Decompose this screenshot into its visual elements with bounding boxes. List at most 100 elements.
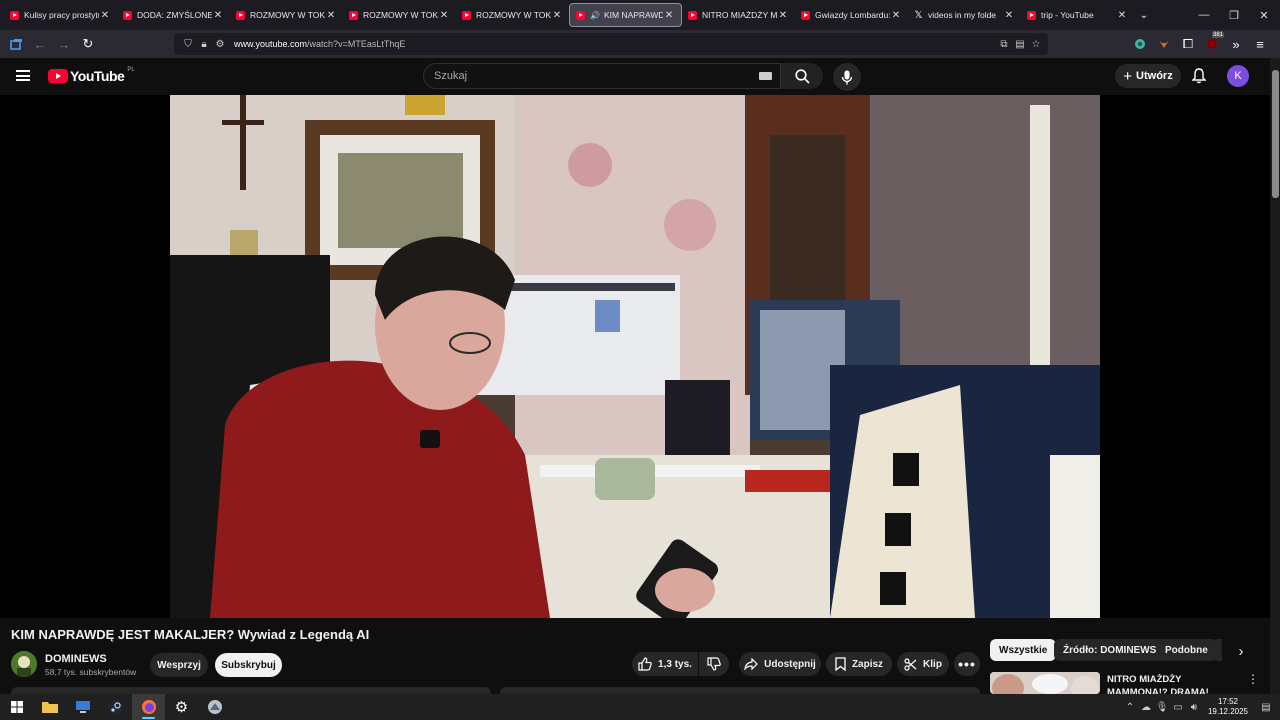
network-cloud-icon[interactable]: ☁ bbox=[1138, 702, 1154, 713]
search-button[interactable] bbox=[781, 63, 823, 89]
display-icon[interactable]: ▭ bbox=[1170, 702, 1186, 713]
app-icon[interactable] bbox=[198, 694, 231, 720]
reload-icon[interactable]: ↻ bbox=[76, 32, 100, 56]
speaker-icon[interactable]: 🔊 bbox=[590, 11, 600, 20]
close-tab-icon[interactable]: ✕ bbox=[99, 10, 111, 21]
maximize-icon[interactable]: ❐ bbox=[1218, 0, 1250, 30]
ublock-icon[interactable]: 381 bbox=[1200, 32, 1224, 56]
firefox-icon[interactable] bbox=[132, 694, 165, 720]
microphone-icon bbox=[841, 70, 853, 84]
taskbar-clock[interactable]: 17:52 19.12.2025 bbox=[1208, 697, 1248, 717]
video-title: KIM NAPRAWDĘ JEST MAKALJER? Wywiad z Leg… bbox=[11, 627, 370, 642]
windows-start-icon[interactable] bbox=[0, 694, 33, 720]
close-tab-icon[interactable]: ✕ bbox=[1116, 10, 1128, 21]
youtube-logo[interactable]: YouTube PL bbox=[48, 67, 135, 84]
url-bar[interactable]: ⛉ 🔒︎ ⚙︎ www.youtube.com/watch?v=MTEasLtT… bbox=[174, 33, 1048, 55]
notifications-bell-icon[interactable] bbox=[1190, 67, 1208, 85]
channel-avatar[interactable] bbox=[11, 651, 37, 677]
browser-tab-active[interactable]: 🔊KIM NAPRAWDĘ✕ bbox=[569, 3, 682, 27]
reader-view-icon[interactable]: ▤ bbox=[1012, 39, 1028, 50]
app-menu-icon[interactable]: ≡ bbox=[1248, 32, 1272, 56]
microphone-tray-icon[interactable]: 🎙︎ bbox=[1154, 702, 1170, 713]
recommendation-menu-icon[interactable]: ⋮ bbox=[1247, 673, 1259, 687]
settings-gear-icon[interactable]: ⚙ bbox=[165, 694, 198, 720]
youtube-icon bbox=[1027, 10, 1036, 20]
steam-icon[interactable] bbox=[99, 694, 132, 720]
tab-list-chevron-icon[interactable]: ⌄ bbox=[1134, 3, 1154, 27]
support-button[interactable]: Wesprzyj bbox=[150, 653, 208, 677]
thumbs-down-icon bbox=[707, 657, 721, 671]
close-tab-icon[interactable]: ✕ bbox=[890, 10, 902, 21]
video-player[interactable] bbox=[0, 95, 1270, 618]
recommendation-title[interactable]: NITRO MIAŻDŻY MAMMONA!? DRAMA! BRUCE DEB… bbox=[1107, 673, 1242, 695]
clip-button[interactable]: Klip bbox=[897, 652, 949, 676]
chip-related[interactable]: Podobne bbox=[1156, 639, 1217, 661]
windows-taskbar: ⚙ ⌃ ☁ 🎙︎ ▭ 🔊︎ 17:52 19.12.2025 ▤ bbox=[0, 694, 1280, 720]
close-tab-icon[interactable]: ✕ bbox=[663, 10, 675, 21]
back-icon[interactable]: ← bbox=[28, 32, 52, 56]
save-button[interactable]: Zapisz bbox=[826, 652, 892, 676]
close-window-icon[interactable]: ✕ bbox=[1248, 0, 1280, 30]
close-tab-icon[interactable]: ✕ bbox=[325, 10, 337, 21]
comments-box[interactable] bbox=[500, 687, 980, 694]
like-count: 1,3 tys. bbox=[658, 658, 692, 670]
overflow-chevrons-icon[interactable]: » bbox=[1224, 32, 1248, 56]
browser-tab[interactable]: ROZMOWY W TOKU ✕ bbox=[343, 3, 456, 27]
channel-name[interactable]: DOMINEWS bbox=[45, 653, 107, 665]
shield-icon[interactable]: ⛉ bbox=[180, 39, 196, 50]
search-input[interactable] bbox=[434, 70, 744, 82]
like-button[interactable]: 1,3 tys. bbox=[632, 652, 698, 676]
browser-tab[interactable]: trip - YouTube ✕ bbox=[1021, 3, 1134, 27]
chip-from-channel[interactable]: Źródło: DOMINEWS bbox=[1054, 639, 1166, 661]
permissions-icon[interactable]: ⚙︎ bbox=[212, 39, 228, 50]
subscribe-button[interactable]: Subskrybuj bbox=[215, 653, 282, 677]
close-tab-icon[interactable]: ✕ bbox=[212, 10, 224, 21]
youtube-play-icon bbox=[48, 69, 68, 83]
remote-desktop-icon[interactable] bbox=[66, 694, 99, 720]
account-avatar[interactable]: K bbox=[1227, 65, 1249, 87]
minimize-icon[interactable]: — bbox=[1188, 0, 1220, 30]
url-path: /watch?v=MTEasLtThqE bbox=[307, 39, 406, 49]
browser-tab[interactable]: ROZMOWY W TOKU ✕ bbox=[456, 3, 569, 27]
close-tab-icon[interactable]: ✕ bbox=[438, 10, 450, 21]
file-explorer-icon[interactable] bbox=[33, 694, 66, 720]
dislike-button[interactable] bbox=[699, 652, 729, 676]
close-tab-icon[interactable]: ✕ bbox=[551, 10, 563, 21]
forward-icon[interactable]: → bbox=[52, 32, 76, 56]
tab-view-icon[interactable] bbox=[4, 32, 28, 56]
voice-search-button[interactable] bbox=[833, 63, 861, 91]
youtube-logo-text: YouTube bbox=[70, 68, 125, 84]
bookmark-star-icon[interactable]: ☆ bbox=[1028, 39, 1044, 50]
chevron-right-icon[interactable]: › bbox=[1230, 640, 1252, 662]
system-tray: ⌃ ☁ 🎙︎ ▭ 🔊︎ 17:52 19.12.2025 ▤ bbox=[1122, 694, 1280, 720]
more-actions-button[interactable]: ••• bbox=[954, 652, 980, 676]
search-box bbox=[423, 63, 781, 89]
extensions-puzzle-icon[interactable]: ⧠ bbox=[1176, 32, 1200, 56]
video-frame[interactable] bbox=[170, 95, 1100, 618]
browser-tab[interactable]: 𝕏videos in my folde ✕ bbox=[908, 3, 1021, 27]
keyboard-icon[interactable] bbox=[759, 72, 772, 80]
browser-tab[interactable]: Gwiazdy Lombardu: N✕ bbox=[795, 3, 908, 27]
chip-all[interactable]: Wszystkie bbox=[990, 639, 1057, 661]
volume-icon[interactable]: 🔊︎ bbox=[1186, 702, 1202, 713]
notifications-icon[interactable]: ▤ bbox=[1258, 702, 1274, 713]
browser-tab[interactable]: DODA: ZMYŚLONE Z✕ bbox=[117, 3, 230, 27]
page-scrollbar[interactable] bbox=[1270, 58, 1280, 695]
picture-in-picture-icon[interactable]: ⧉ bbox=[996, 39, 1012, 50]
close-tab-icon[interactable]: ✕ bbox=[777, 10, 789, 21]
tray-overflow-chevron-icon[interactable]: ⌃ bbox=[1122, 702, 1138, 713]
description-box[interactable] bbox=[11, 687, 491, 694]
recommendation-thumbnail[interactable] bbox=[990, 672, 1100, 694]
browser-tab[interactable]: NITRO MIAŻDŻY MA ✕ bbox=[682, 3, 795, 27]
lock-icon[interactable]: 🔒︎ bbox=[196, 39, 212, 50]
create-button[interactable]: + Utwórz bbox=[1115, 64, 1181, 88]
vpn-shield-icon[interactable] bbox=[1128, 32, 1152, 56]
scrollbar-thumb[interactable] bbox=[1272, 70, 1279, 198]
share-button[interactable]: Udostępnij bbox=[739, 652, 821, 676]
browser-tab[interactable]: Kulisy pracy prostytu ✕ bbox=[4, 3, 117, 27]
menu-hamburger-icon[interactable] bbox=[16, 70, 30, 81]
close-tab-icon[interactable]: ✕ bbox=[1003, 10, 1015, 21]
fox-extension-icon[interactable] bbox=[1152, 32, 1176, 56]
chip-partial[interactable] bbox=[1212, 639, 1222, 661]
browser-tab[interactable]: ROZMOWY W TOKU ✕ bbox=[230, 3, 343, 27]
